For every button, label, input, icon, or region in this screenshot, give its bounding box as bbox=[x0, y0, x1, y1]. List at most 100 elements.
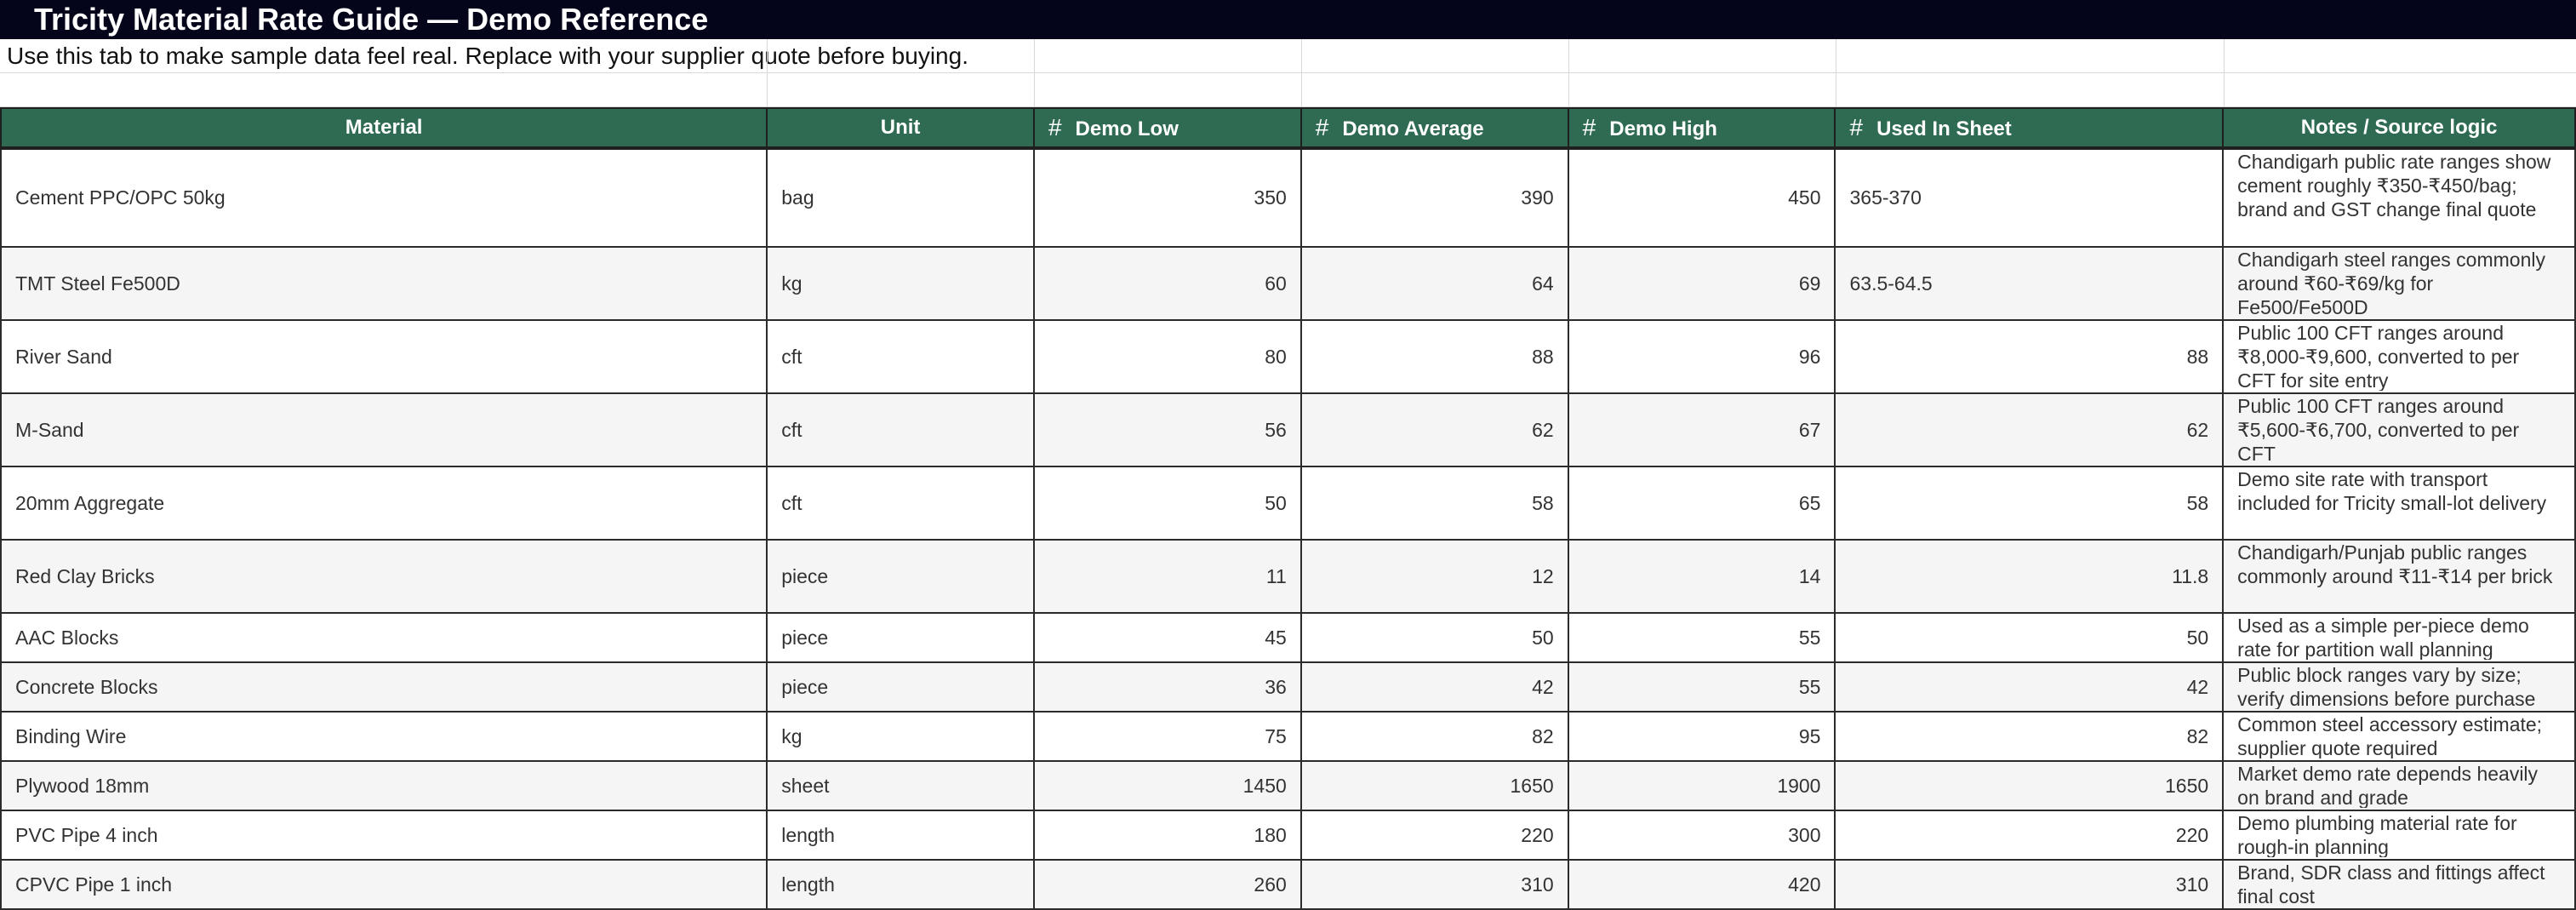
cell-demo-low[interactable]: 350 bbox=[1032, 147, 1302, 248]
cell-notes[interactable]: Market demo rate depends heavily on bran… bbox=[2222, 760, 2576, 811]
cell-used-in-sheet[interactable]: 58 bbox=[1834, 466, 2225, 541]
cell-used-in-sheet[interactable]: 11.8 bbox=[1834, 539, 2225, 614]
cell-demo-average[interactable]: 42 bbox=[1299, 661, 1569, 713]
cell-used-in-sheet[interactable]: 63.5-64.5 bbox=[1834, 246, 2225, 321]
cell-demo-low[interactable]: 36 bbox=[1032, 661, 1302, 713]
cell-material[interactable]: Plywood 18mm bbox=[0, 760, 768, 811]
grid-line bbox=[1034, 39, 1035, 107]
cell-material[interactable]: TMT Steel Fe500D bbox=[0, 246, 768, 321]
cell-material[interactable]: PVC Pipe 4 inch bbox=[0, 810, 768, 861]
subtitle-row[interactable]: Use this tab to make sample data feel re… bbox=[0, 39, 2576, 73]
cell-material[interactable]: Red Clay Bricks bbox=[0, 539, 768, 614]
cell-demo-high[interactable]: 450 bbox=[1567, 147, 1836, 248]
cell-notes[interactable]: Public block ranges vary by size; verify… bbox=[2222, 661, 2576, 713]
cell-demo-high[interactable]: 67 bbox=[1567, 392, 1836, 467]
cell-demo-high[interactable]: 14 bbox=[1567, 539, 1836, 614]
cell-unit[interactable]: sheet bbox=[766, 760, 1035, 811]
cell-demo-low[interactable]: 260 bbox=[1032, 859, 1302, 910]
cell-unit[interactable]: length bbox=[766, 859, 1035, 910]
cell-material[interactable]: M-Sand bbox=[0, 392, 768, 467]
cell-notes[interactable]: Demo site rate with transport included f… bbox=[2222, 466, 2576, 541]
cell-demo-high[interactable]: 96 bbox=[1567, 319, 1836, 394]
cell-demo-high[interactable]: 300 bbox=[1567, 810, 1836, 861]
cell-used-in-sheet[interactable]: 62 bbox=[1834, 392, 2225, 467]
cell-demo-high[interactable]: 65 bbox=[1567, 466, 1836, 541]
cell-used-in-sheet[interactable]: 310 bbox=[1834, 859, 2225, 910]
cell-demo-low[interactable]: 45 bbox=[1032, 612, 1302, 663]
cell-notes[interactable]: Chandigarh steel ranges commonly around … bbox=[2222, 246, 2576, 321]
header-demo-average[interactable]: # Demo Average bbox=[1299, 107, 1569, 150]
cell-unit[interactable]: piece bbox=[766, 661, 1035, 713]
cell-notes[interactable]: Demo plumbing material rate for rough-in… bbox=[2222, 810, 2576, 861]
table-row: Cement PPC/OPC 50kg bag 350 390 450 365-370 Ch… bbox=[0, 147, 2576, 248]
cell-demo-average[interactable]: 64 bbox=[1299, 246, 1569, 321]
cell-demo-average[interactable]: 62 bbox=[1299, 392, 1569, 467]
cell-demo-average[interactable]: 50 bbox=[1299, 612, 1569, 663]
header-demo-high[interactable]: # Demo High bbox=[1567, 107, 1836, 150]
cell-notes[interactable]: Common steel accessory estimate; supplie… bbox=[2222, 711, 2576, 762]
cell-material[interactable]: Binding Wire bbox=[0, 711, 768, 762]
header-unit[interactable]: Unit bbox=[766, 107, 1035, 150]
cell-material[interactable]: River Sand bbox=[0, 319, 768, 394]
cell-unit[interactable]: kg bbox=[766, 711, 1035, 762]
cell-demo-average[interactable]: 58 bbox=[1299, 466, 1569, 541]
cell-demo-high[interactable]: 1900 bbox=[1567, 760, 1836, 811]
cell-demo-high[interactable]: 69 bbox=[1567, 246, 1836, 321]
cell-notes[interactable]: Chandigarh/Punjab public ranges commonly… bbox=[2222, 539, 2576, 614]
cell-demo-low[interactable]: 80 bbox=[1032, 319, 1302, 394]
cell-demo-average[interactable]: 1650 bbox=[1299, 760, 1569, 811]
cell-unit[interactable]: kg bbox=[766, 246, 1035, 321]
cell-unit[interactable]: cft bbox=[766, 466, 1035, 541]
cell-demo-high[interactable]: 420 bbox=[1567, 859, 1836, 910]
sheet-title[interactable]: Tricity Material Rate Guide — Demo Refer… bbox=[0, 0, 2576, 39]
cell-material[interactable]: 20mm Aggregate bbox=[0, 466, 768, 541]
header-used-in-sheet[interactable]: # Used In Sheet bbox=[1834, 107, 2225, 150]
cell-demo-low[interactable]: 1450 bbox=[1032, 760, 1302, 811]
cell-demo-average[interactable]: 12 bbox=[1299, 539, 1569, 614]
cell-material[interactable]: AAC Blocks bbox=[0, 612, 768, 663]
cell-demo-average[interactable]: 82 bbox=[1299, 711, 1569, 762]
cell-demo-high[interactable]: 55 bbox=[1567, 612, 1836, 663]
cell-material[interactable]: Cement PPC/OPC 50kg bbox=[0, 147, 768, 248]
cell-unit[interactable]: cft bbox=[766, 392, 1035, 467]
cell-used-in-sheet[interactable]: 365-370 bbox=[1834, 147, 2225, 248]
cell-material[interactable]: CPVC Pipe 1 inch bbox=[0, 859, 768, 910]
blank-row[interactable] bbox=[0, 73, 2576, 107]
cell-notes[interactable]: Used as a simple per-piece demo rate for… bbox=[2222, 612, 2576, 663]
cell-used-in-sheet[interactable]: 88 bbox=[1834, 319, 2225, 394]
cell-unit[interactable]: piece bbox=[766, 612, 1035, 663]
cell-used-in-sheet[interactable]: 82 bbox=[1834, 711, 2225, 762]
cell-demo-average[interactable]: 88 bbox=[1299, 319, 1569, 394]
cell-demo-low[interactable]: 50 bbox=[1032, 466, 1302, 541]
cell-unit[interactable]: piece bbox=[766, 539, 1035, 614]
cell-demo-high[interactable]: 55 bbox=[1567, 661, 1836, 713]
cell-used-in-sheet[interactable]: 1650 bbox=[1834, 760, 2225, 811]
cell-demo-average[interactable]: 220 bbox=[1299, 810, 1569, 861]
cell-demo-low[interactable]: 56 bbox=[1032, 392, 1302, 467]
cell-unit[interactable]: cft bbox=[766, 319, 1035, 394]
cell-notes[interactable]: Public 100 CFT ranges around ₹8,000-₹9,6… bbox=[2222, 319, 2576, 394]
header-material[interactable]: Material bbox=[0, 107, 768, 150]
cell-used-in-sheet[interactable]: 50 bbox=[1834, 612, 2225, 663]
grid-line bbox=[1568, 39, 1569, 107]
cell-used-in-sheet[interactable]: 220 bbox=[1834, 810, 2225, 861]
cell-demo-low[interactable]: 60 bbox=[1032, 246, 1302, 321]
cell-demo-average[interactable]: 310 bbox=[1299, 859, 1569, 910]
cell-material[interactable]: Concrete Blocks bbox=[0, 661, 768, 713]
rate-table: Material Unit # Demo Low # Demo Average # D… bbox=[0, 107, 2576, 910]
table-row: 20mm Aggregate cft 50 58 65 58 Demo site rate … bbox=[0, 466, 2576, 541]
cell-unit[interactable]: bag bbox=[766, 147, 1035, 248]
cell-used-in-sheet[interactable]: 42 bbox=[1834, 661, 2225, 713]
cell-notes[interactable]: Brand, SDR class and fittings affect fin… bbox=[2222, 859, 2576, 910]
cell-demo-low[interactable]: 75 bbox=[1032, 711, 1302, 762]
cell-demo-low[interactable]: 180 bbox=[1032, 810, 1302, 861]
cell-demo-high[interactable]: 95 bbox=[1567, 711, 1836, 762]
header-notes[interactable]: Notes / Source logic bbox=[2222, 107, 2576, 150]
cell-notes[interactable]: Public 100 CFT ranges around ₹5,600-₹6,7… bbox=[2222, 392, 2576, 467]
cell-demo-average[interactable]: 390 bbox=[1299, 147, 1569, 248]
cell-demo-low[interactable]: 11 bbox=[1032, 539, 1302, 614]
cell-unit[interactable]: length bbox=[766, 810, 1035, 861]
table-row: Binding Wire kg 75 82 95 82 Common steel acces… bbox=[0, 711, 2576, 762]
header-demo-low[interactable]: # Demo Low bbox=[1032, 107, 1302, 150]
cell-notes[interactable]: Chandigarh public rate ranges show cemen… bbox=[2222, 147, 2576, 248]
